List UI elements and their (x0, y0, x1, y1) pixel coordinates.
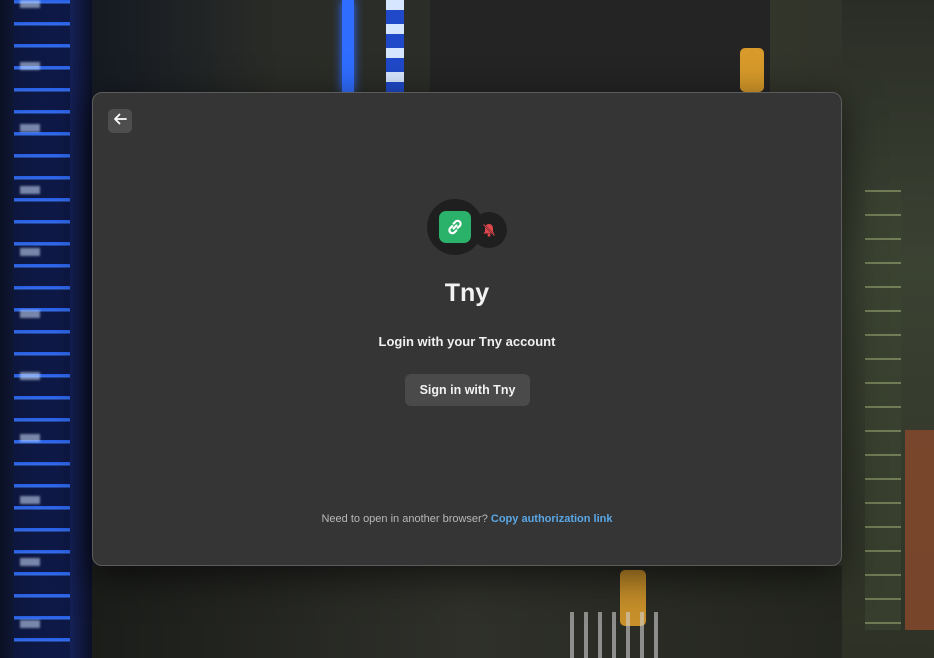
background-taxi-top (740, 48, 764, 92)
footer-prompt: Need to open in another browser? (321, 513, 488, 525)
sign-in-button[interactable]: Sign in with Tny (405, 374, 530, 406)
arrow-left-icon (113, 112, 127, 130)
background-window-lights (20, 0, 40, 658)
background-neon-column (342, 0, 354, 92)
app-title: Tny (444, 279, 490, 307)
back-button[interactable] (108, 109, 132, 133)
background-building-orange (905, 430, 934, 630)
link-icon (439, 211, 471, 243)
background-rooftop (430, 0, 770, 92)
background-crosswalk (570, 612, 660, 658)
bell-mute-icon (471, 212, 507, 248)
login-dialog: Tny Login with your Tny account Sign in … (92, 92, 842, 566)
background-facade-right (865, 190, 901, 630)
copy-authorization-link[interactable]: Copy authorization link (491, 513, 613, 525)
alternate-browser-footer: Need to open in another browser? Copy au… (93, 513, 841, 525)
app-logo (427, 199, 509, 257)
background-neon-column-2 (386, 0, 404, 92)
background-street-bottom (92, 566, 842, 658)
login-instructions: Login with your Tny account (378, 334, 556, 349)
